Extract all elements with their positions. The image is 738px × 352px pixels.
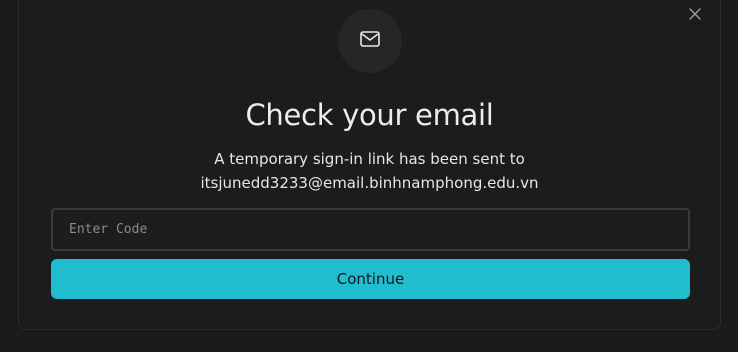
dialog-title: Check your email [245,98,494,132]
close-icon[interactable] [688,7,702,21]
mail-icon-circle [338,9,402,73]
continue-button[interactable]: Continue [51,259,690,299]
dialog-description: A temporary sign-in link has been sent t… [19,147,720,195]
check-email-dialog: Check your email A temporary sign-in lin… [18,0,721,330]
description-text: A temporary sign-in link has been sent t… [214,150,525,168]
code-input[interactable] [51,208,690,251]
email-address: itsjunedd3233@email.binhnamphong.edu.vn [200,174,539,192]
mail-icon [360,31,380,51]
